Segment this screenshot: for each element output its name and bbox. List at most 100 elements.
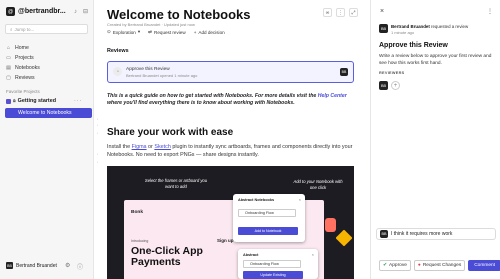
reviewers-label: REVIEWERS [379, 71, 405, 75]
favorite-project-label: Getting started [17, 98, 57, 104]
panel-button: Add to Notebook [238, 227, 298, 235]
add-decision-label: Add decision [198, 29, 225, 35]
activity-time: 1 minute ago [391, 29, 415, 35]
sidebar-item-projects[interactable]: ▭ Projects [6, 53, 40, 63]
more-icon[interactable]: ⋮ [487, 8, 493, 15]
sidebar-item-label: Reviews [15, 75, 35, 81]
reviews-icon: ▢ [6, 75, 11, 81]
workspace-logo: @ [6, 7, 15, 16]
expand-icon[interactable]: ⤢ [349, 8, 358, 17]
review-panel: × ⋮ BB Bertrand Bruandet requested a rev… [370, 0, 500, 279]
hero-image: Select the frames or artboard you want t… [107, 166, 354, 279]
link-icon[interactable]: ∞ [323, 8, 332, 17]
request-changes-icon: ● [417, 263, 421, 268]
favorite-project-getting-started[interactable]: 🔒︎ Getting started ··· [6, 98, 81, 104]
avatar[interactable]: BB [379, 81, 388, 90]
comment-text: I think it requires more work [391, 231, 453, 237]
hero-note-left: Select the frames or artboard you want t… [144, 178, 208, 189]
add-decision-button[interactable]: + Add decision [194, 29, 225, 35]
artboard-headline: One-Click App Payments [131, 245, 203, 268]
user-menu[interactable]: BB Bertrand Bruandet [6, 262, 57, 269]
figma-link[interactable]: Figma [132, 144, 147, 150]
intro-paragraph: This is a quick guide on how to get star… [107, 93, 357, 107]
avatar: BB [379, 24, 388, 33]
settings-icon[interactable]: ⚙ [65, 262, 70, 269]
exploration-label: Exploration [112, 29, 136, 35]
drag-handle-icon[interactable]: • [97, 123, 98, 127]
sidebar-item-notebooks[interactable]: ▤ Notebooks [6, 63, 40, 73]
jump-to-placeholder: Jump to... [14, 26, 35, 32]
page-title: Welcome to Notebooks [107, 7, 251, 22]
share-paragraph: Install the Figma or Sketch plugin to in… [107, 143, 357, 159]
collapse-sidebar-icon[interactable]: ⊟ [82, 8, 89, 15]
request-review-button[interactable]: ⇄ Request review [148, 29, 186, 35]
user-name: Bertrand Bruandet [16, 262, 57, 269]
sidebar-item-label: Projects [15, 55, 34, 61]
search-icon: ⌕ [10, 26, 13, 32]
sidebar-item-home[interactable]: ⌂ Home [6, 43, 40, 53]
review-status-icon: ◔ [113, 67, 122, 76]
exploration-icon: ⊙ [107, 29, 111, 34]
drag-handle-icon[interactable]: • [97, 131, 98, 135]
review-title: Approve this Review [379, 42, 448, 49]
help-icon[interactable]: ⓘ [77, 262, 83, 271]
close-icon: × [311, 252, 314, 257]
workspace-name: @bertrandbr... [18, 8, 66, 15]
artboard-brand: Bonk [131, 210, 143, 215]
lock-icon: 🔒︎ [13, 98, 16, 104]
author-name: Bertrand Bruandet [391, 24, 430, 29]
panel-field: Onboarding Flow [243, 260, 301, 268]
review-card-subtitle: Bertrand Bruandet opened 1 minute ago [126, 73, 198, 78]
project-color-icon [6, 98, 11, 104]
intro-text-end: where you'll find everything there is to… [107, 100, 295, 106]
figma-logo-icon [325, 218, 336, 232]
sketch-link[interactable]: Sketch [154, 144, 170, 150]
sidebar-item-label: Notebooks [15, 65, 40, 71]
request-changes-label: Request Changes [422, 263, 462, 268]
sidebar: @ @bertrandbr... ♪ ⊟ ⌕ Jump to... ⌂ Home… [0, 0, 94, 279]
sidebar-item-reviews[interactable]: ▢ Reviews [6, 73, 40, 83]
folder-icon: ▭ [6, 55, 11, 61]
plus-icon: + [193, 29, 197, 35]
hero-note-right: Add to your Notebook with one click [293, 179, 343, 190]
top-actions: ∞ ⋮ ⤢ [323, 8, 358, 17]
plugin-panel-notebooks: Abstract Notebooks × Onboarding Flow Add… [233, 194, 305, 242]
review-card[interactable]: ◔ Approve this Review Bertrand Bruandet … [107, 61, 354, 83]
close-icon[interactable]: × [380, 8, 384, 15]
plugin-panel-abstract: Abstract × Onboarding Flow Update Existi… [238, 249, 318, 279]
drag-handle-icon[interactable]: • [97, 160, 98, 164]
drag-handle-icon[interactable]: • [97, 117, 98, 121]
reviewers-list: BB + [379, 81, 400, 90]
comment-input[interactable]: BB I think it requires more work [376, 228, 496, 240]
page-meta: Created by Bertrand Bruandet · Updated j… [107, 22, 195, 27]
workspace-switcher[interactable]: @ @bertrandbr... [6, 7, 66, 16]
avatar: BB [380, 230, 388, 238]
chevron-down-icon: ▾ [137, 29, 141, 34]
request-review-label: Request review [154, 29, 186, 35]
check-icon: ✔ [383, 263, 388, 268]
panel-field: Onboarding Flow [238, 209, 296, 217]
review-activity: BB Bertrand Bruandet requested a review … [379, 24, 468, 35]
sidebar-item-label: Home [15, 45, 29, 51]
jump-to-input[interactable]: ⌕ Jump to... [5, 24, 88, 34]
approve-button[interactable]: ✔ Approve [379, 260, 411, 271]
more-icon[interactable]: ⋮ [336, 8, 345, 17]
comment-button[interactable]: Comment [468, 260, 500, 271]
sidebar-item-welcome-to-notebooks[interactable]: Welcome to Notebooks [5, 108, 92, 118]
notifications-icon[interactable]: ♪ [72, 8, 79, 15]
review-description: Write a review below to approve your fir… [379, 54, 492, 66]
activity-action: requested a review [429, 24, 469, 29]
sidebar-nav: ⌂ Home ▭ Projects ▤ Notebooks ▢ Reviews [6, 43, 40, 83]
close-icon: × [298, 197, 301, 202]
add-reviewer-icon[interactable]: + [391, 81, 400, 90]
favorites-header: Favorite Projects [6, 89, 40, 94]
help-center-link[interactable]: Help Center [318, 93, 347, 99]
notebook-actions: ⊙ Exploration ▾ ⇄ Request review + Add d… [107, 29, 225, 35]
exploration-dropdown[interactable]: ⊙ Exploration ▾ [107, 29, 140, 35]
home-icon: ⌂ [6, 45, 11, 51]
more-options-icon[interactable]: ··· [74, 98, 82, 104]
request-changes-button[interactable]: ● Request Changes [413, 260, 466, 271]
panel-button: Update Existing [243, 271, 303, 279]
drag-handle-icon[interactable]: • [97, 152, 98, 156]
sketch-logo-icon [335, 229, 353, 247]
